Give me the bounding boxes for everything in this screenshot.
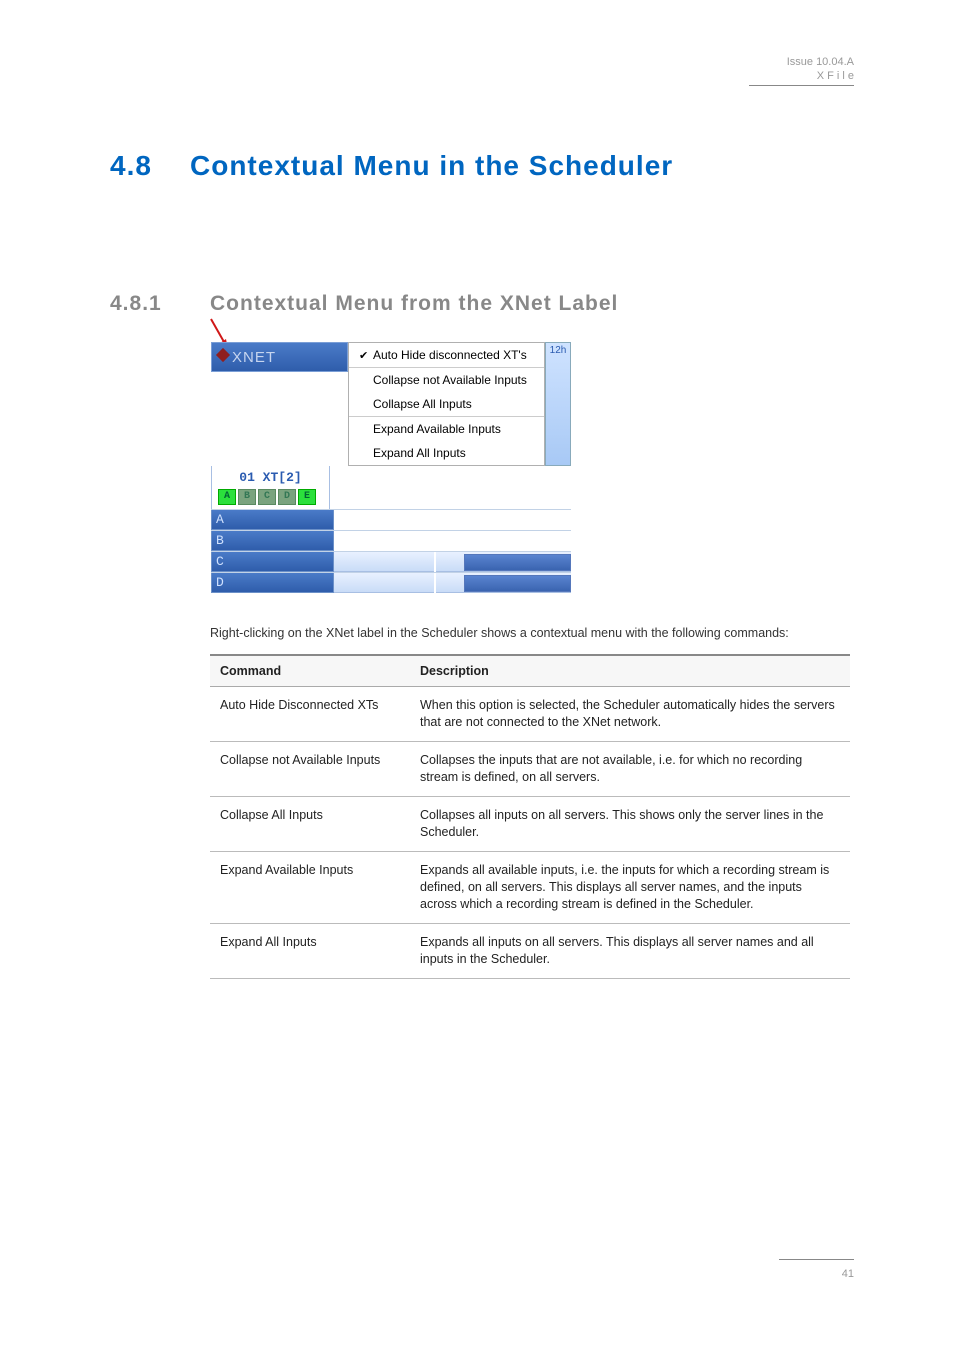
cmd-cell: Collapse All Inputs	[210, 797, 410, 852]
menu-auto-hide[interactable]: ✔ Auto Hide disconnected XT's	[349, 343, 544, 367]
menu-item-label: Collapse All Inputs	[373, 397, 472, 411]
menu-item-label: Collapse not Available Inputs	[373, 373, 527, 387]
desc-cell: Expands all available inputs, i.e. the i…	[410, 852, 850, 924]
track	[334, 552, 571, 572]
server-label: 01 XT[2]	[212, 466, 329, 487]
recording-bar	[464, 554, 571, 571]
row-label[interactable]: B	[211, 531, 334, 551]
menu-collapse-all[interactable]: Collapse All Inputs	[349, 392, 544, 416]
diamond-icon	[216, 348, 230, 362]
input-chips: A B C D E	[212, 487, 329, 509]
chip-a[interactable]: A	[218, 489, 236, 505]
chip-e[interactable]: E	[298, 489, 316, 505]
header-product: X F i l e	[817, 70, 854, 82]
row-label[interactable]: A	[211, 510, 334, 530]
desc-cell: Collapses the inputs that are not availa…	[410, 742, 850, 797]
context-menu: ✔ Auto Hide disconnected XT's Collapse n…	[348, 342, 545, 466]
desc-cell: Collapses all inputs on all servers. Thi…	[410, 797, 850, 852]
header-rule	[749, 85, 854, 86]
row-label[interactable]: D	[211, 573, 334, 593]
cmd-cell: Expand All Inputs	[210, 924, 410, 979]
menu-expand-all[interactable]: Expand All Inputs	[349, 441, 544, 465]
chip-b[interactable]: B	[238, 489, 256, 505]
cmd-cell: Auto Hide Disconnected XTs	[210, 687, 410, 742]
server-cell: 01 XT[2] A B C D E	[211, 466, 330, 509]
xnet-label-text: XNET	[232, 349, 276, 366]
page-header: Issue 10.04.A X F i l e	[787, 55, 854, 83]
section-heading: 4.8Contextual Menu in the Scheduler	[110, 150, 854, 182]
section-title: Contextual Menu in the Scheduler	[190, 150, 673, 181]
subsection-number: 4.8.1	[110, 292, 210, 316]
desc-cell: When this option is selected, the Schedu…	[410, 687, 850, 742]
check-icon: ✔	[359, 349, 373, 362]
menu-expand-avail[interactable]: Expand Available Inputs	[349, 417, 544, 441]
table-header-description: Description	[410, 655, 850, 687]
xnet-label[interactable]: XNET	[211, 342, 348, 372]
table-header-command: Command	[210, 655, 410, 687]
commands-table: Command Description Auto Hide Disconnect…	[210, 654, 850, 979]
page-number: 41	[842, 1268, 854, 1280]
chip-c[interactable]: C	[258, 489, 276, 505]
menu-item-label: Expand All Inputs	[373, 446, 466, 460]
table-row: Collapse not Available Inputs Collapses …	[210, 742, 850, 797]
recording-bar	[464, 575, 571, 592]
chip-d[interactable]: D	[278, 489, 296, 505]
footer-rule	[779, 1259, 854, 1260]
section-number: 4.8	[110, 150, 190, 182]
header-issue: Issue 10.04.A	[787, 56, 854, 68]
subsection-heading: 4.8.1Contextual Menu from the XNet Label	[110, 292, 854, 316]
menu-item-label: Expand Available Inputs	[373, 422, 501, 436]
table-row: Auto Hide Disconnected XTs When this opt…	[210, 687, 850, 742]
cmd-cell: Expand Available Inputs	[210, 852, 410, 924]
intro-paragraph: Right-clicking on the XNet label in the …	[210, 624, 850, 642]
menu-item-label: Auto Hide disconnected XT's	[373, 348, 527, 362]
table-row: Expand Available Inputs Expands all avai…	[210, 852, 850, 924]
screenshot-figure: XNET ✔ Auto Hide disconnected XT's Colla…	[210, 341, 572, 594]
subsection-title: Contextual Menu from the XNet Label	[210, 292, 618, 315]
cmd-cell: Collapse not Available Inputs	[210, 742, 410, 797]
track	[334, 573, 571, 593]
table-row: Expand All Inputs Expands all inputs on …	[210, 924, 850, 979]
table-row: Collapse All Inputs Collapses all inputs…	[210, 797, 850, 852]
row-label[interactable]: C	[211, 552, 334, 572]
time-column-header: 12h	[545, 342, 571, 466]
menu-collapse-na[interactable]: Collapse not Available Inputs	[349, 368, 544, 392]
desc-cell: Expands all inputs on all servers. This …	[410, 924, 850, 979]
